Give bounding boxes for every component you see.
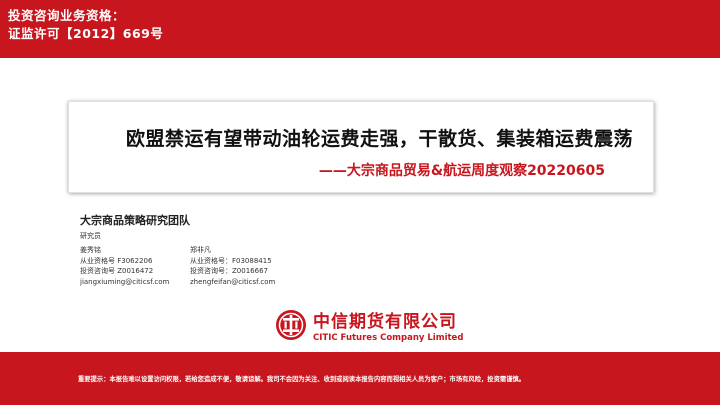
team-name: 大宗商品策略研究团队 [80,214,190,227]
researcher-license: 从业资格号 F3062206 [80,256,153,265]
license-number: 证监许可【2012】669号 [8,26,164,41]
footer-notice: 重要提示：本报告难以设置访问权限，若给您造成不便，敬请谅解。我司不会因为关注、收… [78,376,526,383]
researcher-advisory: 投资咨询号 Z0016472 [80,267,154,275]
report-subtitle: ——大宗商品贸易&航运周度观察20220605 [318,163,605,179]
researcher-license: 从业资格号：F03088415 [190,256,272,265]
researcher-name: 姜秀铭 [80,246,101,254]
citic-logo-icon [276,310,306,340]
license-qualification-label: 投资咨询业务资格： [8,8,126,23]
researcher-card: 郑非凡 从业资格号：F03088415 投资咨询号：Z0016667 zheng… [190,245,275,287]
company-logo: 中信期货有限公司 CITIC Futures Company Limited [275,307,463,343]
researcher-name: 郑非凡 [190,246,211,254]
researcher-advisory: 投资咨询号：Z0016667 [190,267,268,275]
researcher-card: 姜秀铭 从业资格号 F3062206 投资咨询号 Z0016472 jiangx… [80,245,169,287]
company-name-en: CITIC Futures Company Limited [313,333,464,343]
header-band: 投资咨询业务资格： 证监许可【2012】669号 [0,0,720,58]
researcher-email: jiangxiuming@citicsf.com [80,277,170,286]
company-name-cn: 中信期货有限公司 [313,312,457,332]
report-title: 欧盟禁运有望带动油轮运费走强，干散货、集装箱运费震荡 [125,128,633,150]
researcher-email: zhengfeifan@citicsf.com [190,277,276,286]
logo-text: 中信期货有限公司 CITIC Futures Company Limited [313,307,463,343]
role-label: 研究员 [80,232,101,240]
footer-band: 重要提示：本报告难以设置访问权限，若给您造成不便，敬请谅解。我司不会因为关注、收… [0,352,720,405]
title-box: 欧盟禁运有望带动油轮运费走强，干散货、集装箱运费震荡 ——大宗商品贸易&航运周度… [68,101,654,193]
